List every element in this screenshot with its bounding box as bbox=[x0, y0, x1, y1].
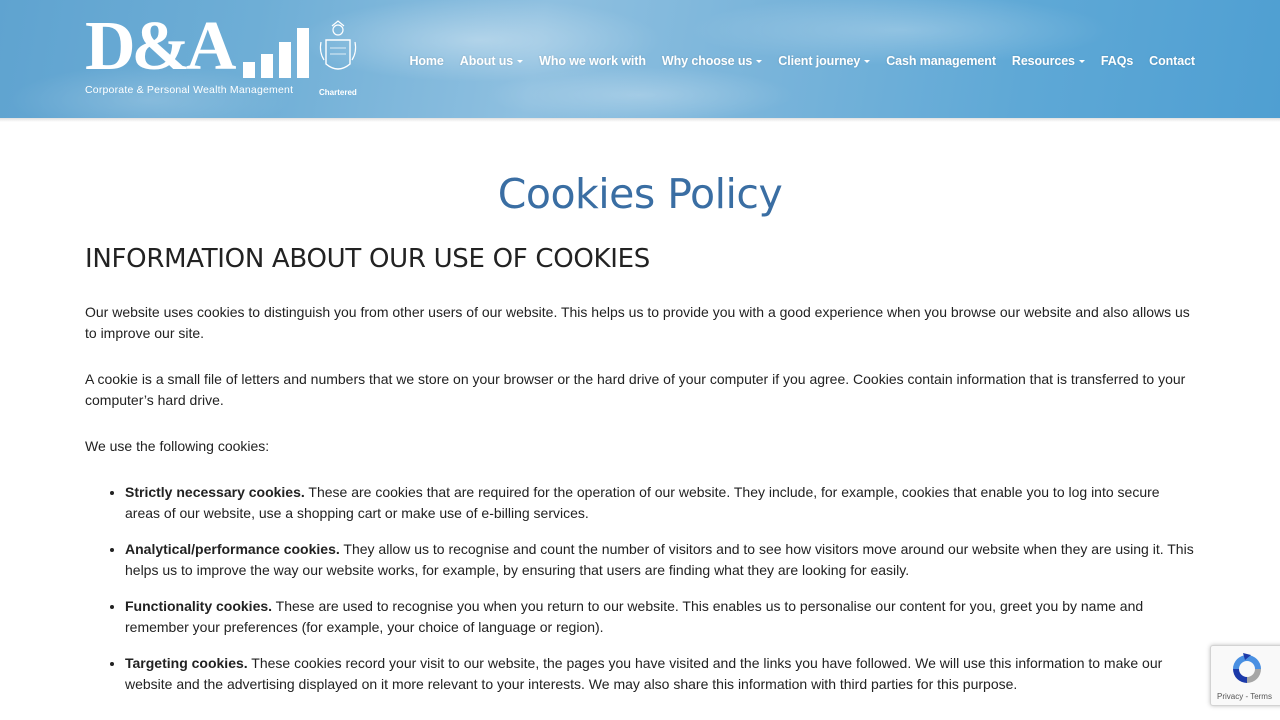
cookie-definition-paragraph: A cookie is a small file of letters and … bbox=[85, 371, 1186, 408]
main-nav: Home About us Who we work with Why choos… bbox=[409, 54, 1195, 68]
main-content: Cookies Policy INFORMATION ABOUT OUR USE… bbox=[85, 170, 1195, 710]
recaptcha-links[interactable]: Privacy - Terms bbox=[1217, 692, 1272, 701]
chartered-crest-icon bbox=[319, 20, 357, 70]
cookie-type-name: Targeting cookies. bbox=[125, 655, 248, 671]
cookie-type-name: Functionality cookies. bbox=[125, 598, 273, 614]
nav-faqs-label: FAQs bbox=[1100, 54, 1134, 68]
nav-cash-management[interactable]: Cash management bbox=[886, 54, 996, 68]
cookie-type-description: These are used to recognise you when you… bbox=[125, 598, 1144, 635]
nav-faqs[interactable]: FAQs bbox=[1101, 54, 1133, 68]
section-heading: INFORMATION ABOUT OUR USE OF COOKIES bbox=[85, 244, 651, 274]
caret-down-icon bbox=[864, 60, 871, 64]
nav-about-us-label: About us bbox=[459, 54, 514, 68]
cookie-type-name: Strictly necessary cookies. bbox=[125, 484, 305, 500]
list-item: Strictly necessary cookies. These are co… bbox=[125, 482, 1195, 524]
nav-why-choose-us[interactable]: Why choose us bbox=[661, 54, 763, 68]
nav-about-us[interactable]: About us bbox=[459, 54, 524, 68]
nav-contact-label: Contact bbox=[1149, 54, 1195, 68]
page-title: Cookies Policy bbox=[497, 170, 783, 218]
nav-resources-label: Resources bbox=[1011, 54, 1075, 68]
caret-down-icon bbox=[517, 60, 524, 64]
nav-why-choose-us-label: Why choose us bbox=[661, 54, 753, 68]
cookie-list-intro: We use the following cookies: bbox=[85, 438, 270, 454]
nav-who-we-work-with-label: Who we work with bbox=[539, 54, 646, 68]
nav-client-journey[interactable]: Client journey bbox=[778, 54, 871, 68]
cookie-types-list: Strictly necessary cookies. These are co… bbox=[85, 482, 1195, 695]
logo-wordmark: D&A bbox=[85, 8, 236, 85]
recaptcha-badge[interactable]: Privacy - Terms bbox=[1210, 645, 1280, 706]
brand-logo[interactable]: D&A Corporate & Personal Wealth Manageme… bbox=[85, 12, 360, 100]
nav-home[interactable]: Home bbox=[409, 54, 443, 68]
recaptcha-icon bbox=[1233, 653, 1261, 683]
brand-tagline: Corporate & Personal Wealth Management bbox=[85, 84, 294, 96]
intro-paragraph: Our website uses cookies to distinguish … bbox=[85, 304, 1190, 341]
nav-resources[interactable]: Resources bbox=[1012, 54, 1085, 68]
caret-down-icon bbox=[756, 60, 763, 64]
site-header: D&A Corporate & Personal Wealth Manageme… bbox=[0, 0, 1280, 118]
nav-client-journey-label: Client journey bbox=[778, 54, 861, 68]
nav-cash-management-label: Cash management bbox=[886, 54, 996, 68]
list-item: Analytical/performance cookies. They all… bbox=[125, 539, 1195, 581]
cookie-type-description: These cookies record your visit to our w… bbox=[125, 655, 1163, 692]
header-divider bbox=[0, 118, 1280, 122]
list-item: Targeting cookies. These cookies record … bbox=[125, 653, 1195, 695]
nav-contact[interactable]: Contact bbox=[1149, 54, 1195, 68]
crest-label: Chartered bbox=[319, 88, 357, 97]
nav-home-label: Home bbox=[409, 54, 444, 68]
nav-who-we-work-with[interactable]: Who we work with bbox=[539, 54, 646, 68]
caret-down-icon bbox=[1078, 60, 1085, 64]
bar-graph-icon bbox=[243, 28, 309, 78]
cookie-type-name: Analytical/performance cookies. bbox=[125, 541, 340, 557]
list-item: Functionality cookies. These are used to… bbox=[125, 596, 1195, 638]
